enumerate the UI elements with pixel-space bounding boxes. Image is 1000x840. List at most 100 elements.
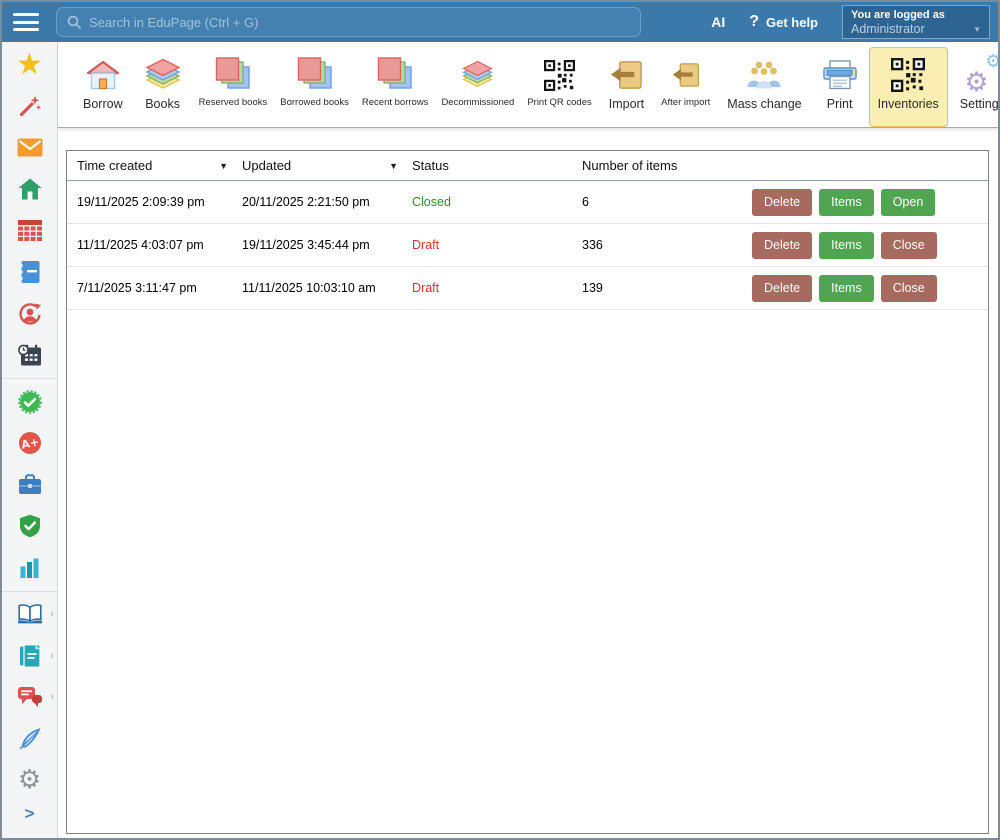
sidebar-item-documents[interactable]: › (2, 635, 57, 677)
toolbar-item-reserved-books[interactable]: Reserved books (194, 47, 273, 127)
import-icon (672, 53, 700, 97)
sidebar-item-timetable[interactable] (2, 210, 57, 252)
grades-icon: A+ (18, 432, 41, 455)
cell-time-created: 11/11/2025 4:03:07 pm (77, 238, 204, 252)
attendance-check-icon (17, 389, 42, 414)
cell-updated: 19/11/2025 3:45:44 pm (242, 238, 370, 252)
toolbar-item-print[interactable]: Print (814, 47, 866, 127)
edupage-window: Search in EduPage (Ctrl + G) AI ? Get he… (0, 0, 1000, 840)
cell-number-of-items: 336 (582, 238, 603, 252)
sidebar-item-home[interactable] (2, 169, 57, 211)
shield-check-icon (19, 515, 40, 538)
sidebar-divider (2, 378, 57, 379)
sidebar-item-favorites[interactable]: ★ (2, 44, 57, 86)
open-button[interactable]: Open (880, 188, 936, 216)
substitution-person-icon (18, 303, 41, 325)
chevron-down-icon: ▼ (973, 24, 981, 34)
cell-time-created: 7/11/2025 3:11:47 pm (77, 281, 197, 295)
results-chart-icon (20, 558, 38, 578)
sidebar-item-library[interactable]: › (2, 594, 57, 636)
sidebar-item-substitution[interactable] (2, 293, 57, 335)
house-icon (86, 53, 120, 97)
toolbar-item-borrowed-books[interactable]: Borrowed books (275, 47, 354, 127)
items-button[interactable]: Items (819, 188, 874, 216)
expand-arrow-icon: › (50, 608, 54, 621)
toolbar-item-recent-borrows[interactable]: Recent borrows (357, 47, 434, 127)
cell-status: Draft (412, 238, 440, 252)
ai-button[interactable]: AI (711, 14, 725, 30)
cell-time-created: 19/11/2025 2:09:39 pm (77, 195, 205, 209)
search-input[interactable]: Search in EduPage (Ctrl + G) (56, 7, 641, 37)
sidebar-item-results[interactable] (2, 547, 57, 589)
toolbar-item-settings[interactable]: ⚙ ⚙ Settings (951, 47, 1000, 127)
question-mark-icon: ? (749, 13, 759, 30)
table-empty-area (67, 310, 988, 833)
printer-icon (822, 53, 857, 97)
sidebar-item-security[interactable] (2, 506, 57, 548)
cell-number-of-items: 139 (582, 281, 603, 295)
sidebar-item-classbook[interactable] (2, 252, 57, 294)
sidebar-item-planner[interactable] (2, 335, 57, 377)
close-button[interactable]: Close (880, 274, 937, 302)
toolbar-item-books[interactable]: Books (135, 47, 191, 127)
table-header-row: Time created ▼ Updated ▼ Status Number o… (67, 151, 988, 181)
calendar-clock-icon (17, 344, 41, 366)
sidebar-divider (2, 590, 57, 592)
hamburger-menu-icon[interactable] (12, 11, 40, 33)
sidebar-item-settings[interactable]: ⚙ (2, 760, 57, 802)
stacked-cards-icon (215, 53, 251, 97)
delete-button[interactable]: Delete (752, 231, 813, 259)
qr-code-icon (891, 53, 926, 97)
sidebar-item-chat[interactable]: › (2, 677, 57, 719)
sort-dropdown-icon[interactable]: ▼ (389, 161, 398, 171)
sidebar-item-agenda[interactable] (2, 464, 57, 506)
stacked-cards-icon (297, 53, 333, 97)
column-header-updated: Updated ▼ (242, 158, 398, 173)
settings-gear-icon: ⚙ (17, 765, 42, 796)
search-icon (67, 15, 81, 29)
search-placeholder: Search in EduPage (Ctrl + G) (89, 14, 259, 30)
sidebar-item-wizard[interactable] (2, 86, 57, 128)
expand-chevron-icon: > (24, 804, 35, 823)
inventories-content: Time created ▼ Updated ▼ Status Number o… (58, 128, 998, 838)
toolbar-item-print-qr-codes[interactable]: Print QR codes (522, 47, 596, 127)
gears-icon: ⚙ ⚙ (964, 51, 1000, 98)
close-button[interactable]: Close (880, 231, 937, 259)
import-icon (610, 53, 643, 97)
toolbar-item-after-import[interactable]: After import (656, 47, 715, 127)
items-button[interactable]: Items (819, 231, 874, 259)
column-header-number-of-items: Number of items (582, 158, 678, 173)
toolbar-item-mass-change[interactable]: Mass change (718, 47, 810, 127)
cell-status: Draft (412, 281, 440, 295)
items-button[interactable]: Items (819, 274, 874, 302)
toolbar-item-borrow[interactable]: Borrow (74, 47, 132, 127)
home-icon (18, 178, 41, 200)
topbar: Search in EduPage (Ctrl + G) AI ? Get he… (2, 2, 998, 42)
sort-dropdown-icon[interactable]: ▼ (219, 161, 228, 171)
toolbar-item-inventories[interactable]: Inventories (868, 47, 948, 127)
library-toolbar: Borrow Books Reserved books Borrowed boo… (58, 42, 998, 128)
delete-button[interactable]: Delete (752, 274, 813, 302)
sidebar-item-attendance[interactable] (2, 381, 57, 423)
sidebar-item-grades[interactable]: A+ (2, 423, 57, 465)
column-header-status: Status (412, 158, 449, 173)
get-help-button[interactable]: ? Get help (749, 13, 818, 31)
cell-status: Closed (412, 195, 451, 209)
sidebar-expand-button[interactable]: > (2, 801, 57, 827)
sidebar-item-messages[interactable] (2, 127, 57, 169)
toolbar-item-decommissioned[interactable]: Decommissioned (436, 47, 519, 127)
toolbar-item-import[interactable]: Import (600, 47, 653, 127)
stacked-cards-icon (377, 53, 413, 97)
timetable-icon (17, 220, 42, 242)
delete-button[interactable]: Delete (752, 188, 813, 216)
logged-as-dropdown[interactable]: You are logged as Administrator ▼ (842, 5, 990, 39)
sidebar: ★ A+ › › › ⚙ > (2, 42, 58, 838)
inventories-table: Time created ▼ Updated ▼ Status Number o… (66, 150, 989, 834)
cell-updated: 11/11/2025 10:03:10 am (242, 281, 376, 295)
people-icon (746, 53, 782, 97)
logged-as-label: You are logged as (851, 8, 945, 21)
cell-updated: 20/11/2025 2:21:50 pm (242, 195, 370, 209)
quill-icon (19, 727, 41, 750)
sidebar-item-notes[interactable] (2, 718, 57, 760)
get-help-label: Get help (765, 14, 818, 30)
